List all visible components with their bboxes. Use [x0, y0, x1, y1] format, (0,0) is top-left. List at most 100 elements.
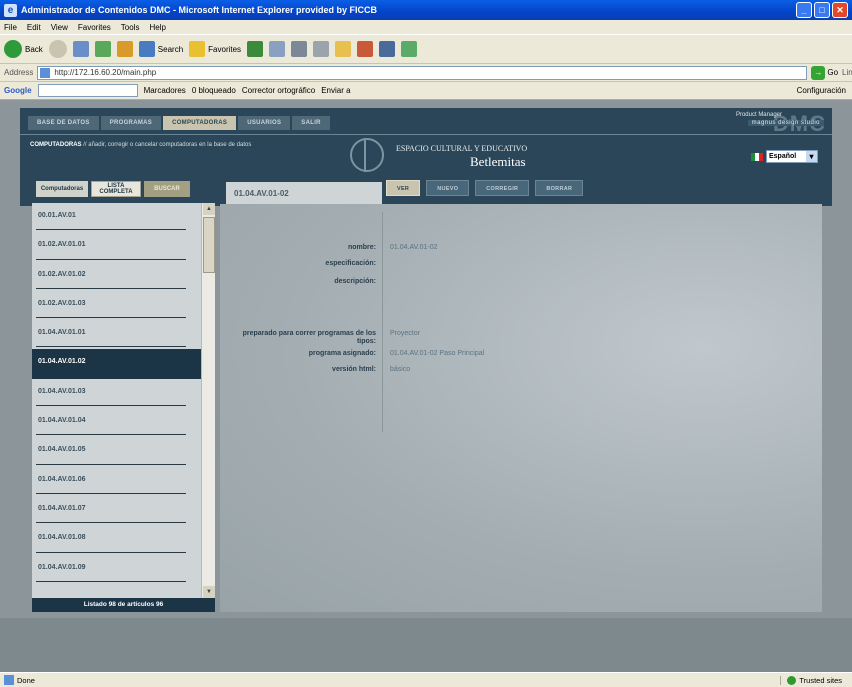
field-label: descripción: — [334, 278, 376, 285]
page-footer-band — [0, 618, 852, 672]
tab-buscar[interactable]: BUSCAR — [144, 181, 190, 197]
nav-tab-computadoras[interactable]: COMPUTADORAS — [163, 116, 237, 130]
go-label: Go — [827, 68, 839, 77]
menu-favorites[interactable]: Favorites — [78, 23, 111, 32]
computer-list: 00.01.AV.01 01.02.AV.01.01 01.02.AV.01.0… — [32, 203, 215, 598]
search-button[interactable]: Search — [138, 41, 184, 57]
field-label: preparado para correr programas de los t… — [242, 330, 376, 345]
back-label: Back — [25, 44, 43, 54]
list-item[interactable]: 01.02.AV.01.02 — [32, 262, 215, 291]
breadcrumb-description: // añadir, corregir o cancelar computado… — [83, 142, 252, 148]
google-logo[interactable]: Google — [4, 86, 32, 95]
menu-edit[interactable]: Edit — [27, 23, 41, 32]
minimize-icon[interactable]: _ — [796, 2, 812, 18]
research-icon[interactable] — [379, 41, 396, 57]
organization-line1: ESPACIO CULTURAL Y EDUCATIVO — [396, 144, 528, 153]
status-text: Done — [17, 675, 35, 685]
google-marcadores[interactable]: Marcadores — [144, 86, 186, 95]
scroll-up-icon[interactable]: ▲ — [203, 203, 215, 215]
menu-tools[interactable]: Tools — [121, 23, 140, 32]
zone-label: Trusted sites — [799, 675, 842, 685]
list-item[interactable]: 01.04.AV.01.08 — [32, 525, 215, 554]
breadcrumb-section: COMPUTADORAS — [30, 142, 82, 148]
google-search-input[interactable] — [37, 84, 138, 97]
forward-arrow-icon[interactable] — [48, 40, 67, 58]
edit-icon[interactable] — [313, 41, 330, 57]
google-config[interactable]: Configuración — [797, 86, 846, 95]
back-button[interactable]: Back — [4, 40, 43, 58]
menu-bar: File Edit View Favorites Tools Help — [0, 20, 852, 34]
google-corrector[interactable]: Corrector ortográfico — [242, 86, 315, 95]
nav-tab-usuarios[interactable]: USUARIOS — [238, 116, 291, 130]
list-item[interactable]: 01.04.AV.01.01 — [32, 320, 215, 349]
scroll-thumb[interactable] — [203, 217, 215, 273]
favorites-label: Favorites — [208, 44, 242, 54]
main-nav: BASE DE DATOS PROGRAMAS COMPUTADORAS USU… — [28, 116, 330, 130]
google-toolbar: Google Marcadores 0 bloqueado Corrector … — [0, 82, 852, 100]
list-tabs: Computadoras LISTA COMPLETA BUSCAR — [32, 176, 215, 202]
search-icon — [138, 41, 155, 57]
tab-computadoras[interactable]: Computadoras — [36, 181, 88, 197]
field-label: versión html: — [332, 366, 376, 373]
favorites-button[interactable]: Favorites — [189, 41, 241, 57]
nav-tab-programas[interactable]: PROGRAMAS — [100, 116, 162, 130]
window-titlebar: e Administrador de Contenidos DMC - Micr… — [0, 0, 852, 20]
tab-lista-completa[interactable]: LISTA COMPLETA — [91, 181, 141, 197]
address-input[interactable]: http://172.16.60.20/main.php — [37, 65, 808, 80]
list-item[interactable]: 01.04.AV.01.04 — [32, 408, 215, 437]
current-item-tab: 01.04.AV.01-02 — [226, 182, 382, 206]
google-enviar[interactable]: Enviar a — [321, 86, 350, 95]
list-item[interactable]: 01.04.AV.01.03 — [32, 379, 215, 408]
list-item[interactable]: 01.02.AV.01.01 — [32, 232, 215, 261]
list-item-selected[interactable]: 01.04.AV.01.02 — [32, 349, 215, 379]
list-item[interactable]: 01.04.AV.01.07 — [32, 496, 215, 525]
nav-tab-salir[interactable]: SALIR — [292, 116, 330, 130]
page-content: BASE DE DATOS PROGRAMAS COMPUTADORAS USU… — [0, 100, 852, 672]
borrar-button[interactable]: BORRAR — [535, 180, 584, 196]
list-item[interactable]: 00.01.AV.01 — [32, 203, 215, 232]
home-icon[interactable] — [116, 41, 133, 57]
list-item[interactable]: 01.04.AV.01.06 — [32, 467, 215, 496]
field-value: 01.04.AV.01-02 — [390, 244, 438, 251]
computer-list-panel: Computadoras LISTA COMPLETA BUSCAR 00.01… — [32, 176, 215, 612]
back-arrow-icon — [4, 40, 22, 58]
window-controls: _ □ ✕ — [796, 2, 848, 18]
scroll-down-icon[interactable]: ▼ — [203, 586, 215, 598]
field-value: básico — [390, 366, 411, 373]
search-label: Search — [157, 44, 184, 54]
star-icon — [189, 41, 206, 57]
list-scrollbar[interactable]: ▲ ▼ — [201, 203, 215, 598]
page-icon — [40, 67, 51, 78]
ver-button[interactable]: VER — [386, 180, 421, 196]
list-footer: Listado 98 de artículos 96 — [32, 598, 215, 612]
stop-icon[interactable] — [72, 41, 89, 57]
menu-help[interactable]: Help — [149, 23, 165, 32]
google-bloqueado[interactable]: 0 bloqueado — [192, 86, 236, 95]
maximize-icon[interactable]: □ — [814, 2, 830, 18]
refresh-icon[interactable] — [94, 41, 111, 57]
field-label: programa asignado: — [308, 350, 376, 357]
go-button[interactable]: → Go — [811, 65, 839, 80]
field-value: Proyector — [390, 330, 420, 337]
mail-icon[interactable] — [269, 41, 286, 57]
menu-file[interactable]: File — [4, 23, 17, 32]
close-icon[interactable]: ✕ — [832, 2, 848, 18]
folder-icon[interactable] — [335, 41, 352, 57]
list-item[interactable]: 01.02.AV.01.03 — [32, 291, 215, 320]
address-url: http://172.16.60.20/main.php — [54, 67, 157, 77]
links-label[interactable]: Links — [842, 68, 852, 77]
discuss-icon[interactable] — [401, 41, 418, 57]
organization-emblem — [350, 138, 384, 172]
history-icon[interactable] — [247, 41, 264, 57]
list-item[interactable]: 01.04.AV.01.05 — [32, 437, 215, 466]
language-select[interactable]: Español — [766, 150, 818, 163]
nuevo-button[interactable]: NUEVO — [426, 180, 470, 196]
language-picker: Español — [751, 150, 818, 163]
nav-tab-base-de-datos[interactable]: BASE DE DATOS — [28, 116, 99, 130]
corregir-button[interactable]: CORREGIR — [475, 180, 530, 196]
print-icon[interactable] — [291, 41, 308, 57]
menu-view[interactable]: View — [51, 23, 68, 32]
trusted-check-icon — [787, 675, 797, 685]
messenger-icon[interactable] — [357, 41, 374, 57]
list-item[interactable]: 01.04.AV.01.09 — [32, 555, 215, 584]
